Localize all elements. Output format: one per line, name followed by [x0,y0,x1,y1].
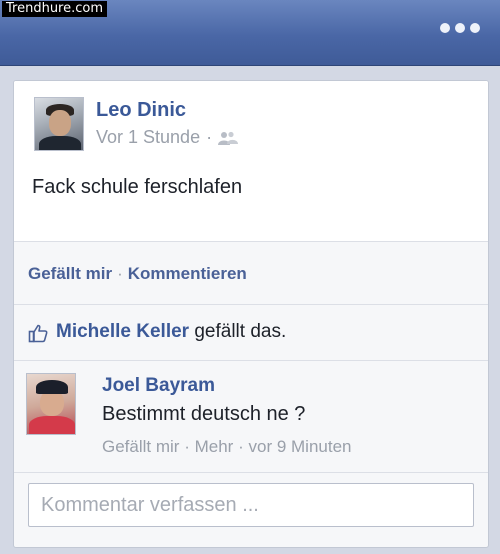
post-card: Leo Dinic Vor 1 Stunde · Fack schule fer… [13,80,489,548]
comment-timestamp: vor 9 Minuten [248,437,352,456]
likes-summary: Michelle Keller gefällt das. [14,305,488,361]
author-avatar[interactable] [34,97,84,151]
post-meta: Vor 1 Stunde · [96,127,239,148]
comment-button[interactable]: Kommentieren [128,264,247,283]
comment-meta-separator: · [184,437,190,456]
post-actions: Gefällt mir · Kommentieren [14,241,488,305]
comment-meta: Gefällt mir · Mehr · vor 9 Minuten [102,437,351,457]
more-dots-icon[interactable] [440,20,480,36]
liker-name[interactable]: Michelle Keller [56,321,189,342]
like-button[interactable]: Gefällt mir [28,264,112,283]
friends-icon [218,131,239,145]
commenter-avatar[interactable] [26,373,76,435]
comment-author-name[interactable]: Joel Bayram [102,375,215,397]
comment-like-button[interactable]: Gefällt mir [102,437,179,456]
post-author-name[interactable]: Leo Dinic [96,99,186,122]
thumbs-up-icon [28,324,48,343]
comment-meta-separator: · [238,437,244,456]
meta-separator: · [206,127,213,147]
comment-item: Joel Bayram Bestimmt deutsch ne ? Gefäll… [14,361,488,473]
comment-more-button[interactable]: Mehr [195,437,234,456]
post-timestamp[interactable]: Vor 1 Stunde [96,127,200,148]
comment-text: Bestimmt deutsch ne ? [102,403,306,425]
post-header: Leo Dinic Vor 1 Stunde · Fack schule fer… [14,81,488,241]
watermark: Trendhure.com [2,1,108,17]
top-navigation-bar: Trendhure.com [0,0,500,66]
likes-suffix: gefällt das. [194,321,287,342]
action-separator: · [117,264,123,283]
post-text: Fack schule ferschlafen [32,176,243,198]
comment-input[interactable] [28,483,474,527]
